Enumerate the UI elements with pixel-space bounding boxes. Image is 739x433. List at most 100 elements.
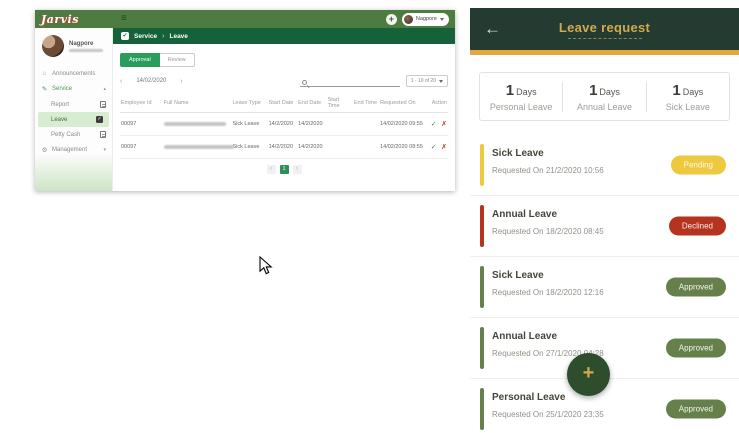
chevron-down-icon	[439, 80, 443, 83]
add-button[interactable]: +	[386, 14, 397, 25]
list-item[interactable]: Sick Leave Requested On 18/2/2020 12:16 …	[470, 257, 739, 318]
next-date-button[interactable]: ›	[180, 78, 182, 85]
search-input[interactable]	[310, 79, 390, 85]
cell-end-date: 14/2/2020	[297, 113, 327, 136]
cell-start-date: 14/2/2020	[268, 136, 298, 159]
sidebar-item-petty-cash[interactable]: Petty Cash	[35, 127, 112, 142]
cell-start-time	[327, 113, 353, 136]
cell-employee-id: 00097	[120, 113, 163, 136]
status-badge[interactable]: Declined	[669, 217, 726, 236]
cell-requested-on: 14/02/2020 08:55	[379, 136, 425, 159]
profile-subtitle-redacted	[69, 49, 103, 52]
status-color-bar	[480, 266, 484, 308]
sidebar-item-service[interactable]: ✎ Service ▴	[35, 81, 112, 97]
status-color-bar	[480, 205, 484, 247]
cell-start-time	[327, 136, 353, 159]
chevron-up-icon: ▴	[103, 86, 106, 92]
summary-unit: Days	[516, 87, 537, 97]
paginator-label: 1 - 10 of 20	[411, 78, 436, 84]
sidebar-item-label: Report	[51, 102, 69, 108]
breadcrumb-section[interactable]: Service	[134, 33, 157, 40]
tabs: Approval Review	[120, 53, 455, 67]
mouse-cursor	[259, 256, 273, 281]
accent-bar	[470, 50, 739, 55]
paginator-select[interactable]: 1 - 10 of 20	[406, 75, 448, 87]
summary-annual-leave: 1Days Annual Leave	[562, 82, 645, 112]
cell-end-time	[353, 136, 379, 159]
col-end-date: End Date	[297, 94, 327, 113]
status-color-bar	[480, 144, 484, 186]
status-badge[interactable]: Approved	[666, 278, 726, 297]
back-arrow-icon[interactable]: ←	[484, 19, 501, 39]
table-row: 00097 Sick Leave 14/2/2020 14/2/2020 14/…	[120, 113, 448, 136]
table-row: 00097 Sick Leave 14/2/2020 14/2/2020 14/…	[120, 136, 448, 159]
tab-approval[interactable]: Approval	[120, 53, 160, 67]
hamburger-menu-icon[interactable]: ≡	[121, 14, 127, 24]
app-topbar: Jarvis ≡ + Nagpore	[35, 10, 455, 28]
add-leave-fab[interactable]: +	[567, 353, 610, 396]
controls-row: ‹ 14/02/2020 › 1 - 10 of 20	[120, 75, 448, 87]
sidebar-item-report[interactable]: Report	[35, 97, 112, 112]
cell-leave-type: Sick Leave	[232, 136, 268, 159]
sidebar: Nagpore ⌂ Announcements ✎ Service ▴ Repo…	[35, 28, 113, 191]
summary-unit: Days	[599, 87, 620, 97]
col-action: Action	[425, 94, 448, 113]
approve-icon[interactable]: ✓	[431, 144, 437, 151]
summary-label: Annual Leave	[563, 102, 645, 112]
document-icon	[100, 131, 106, 138]
chevron-down-icon	[440, 18, 444, 21]
sidebar-item-leave[interactable]: Leave ✓	[38, 112, 109, 127]
status-badge[interactable]: Approved	[666, 339, 726, 358]
reject-icon[interactable]: ✗	[441, 144, 447, 151]
page-current[interactable]: 1	[280, 165, 289, 174]
breadcrumb-page: Leave	[169, 33, 187, 40]
mobile-header: ← Leave request	[470, 8, 739, 50]
sidebar-gradient	[35, 153, 112, 191]
profile-name: Nagpore	[69, 41, 103, 47]
screen: Jarvis ≡ + Nagpore Nagpore	[0, 0, 739, 433]
cell-employee-id: 00097	[120, 136, 163, 159]
status-badge[interactable]: Pending	[671, 156, 726, 175]
cell-requested-on: 14/02/2020 09:55	[379, 113, 425, 136]
profile-avatar	[42, 35, 64, 57]
pencil-icon: ✎	[41, 85, 48, 93]
summary-personal-leave: 1Days Personal Leave	[480, 82, 562, 112]
profile-block: Nagpore	[35, 28, 112, 66]
page-next-button[interactable]: ›	[293, 165, 302, 174]
status-color-bar	[480, 388, 484, 430]
reject-icon[interactable]: ✗	[441, 121, 447, 128]
date-navigator: ‹ 14/02/2020 ›	[120, 78, 183, 85]
sidebar-item-label: Petty Cash	[51, 132, 80, 138]
status-badge[interactable]: Approved	[666, 400, 726, 419]
col-employee-id: Employee Id	[120, 94, 163, 113]
list-item[interactable]: Annual Leave Requested On 18/2/2020 08:4…	[470, 196, 739, 257]
col-end-time: End Time	[353, 94, 379, 113]
current-date[interactable]: 14/02/2020	[136, 78, 166, 84]
cell-leave-type: Sick Leave	[232, 113, 268, 136]
cell-start-date: 14/2/2020	[268, 113, 298, 136]
home-icon: ⌂	[41, 70, 48, 77]
mobile-app: ← Leave request 1Days Personal Leave 1Da…	[470, 8, 739, 433]
approve-icon[interactable]: ✓	[431, 121, 437, 128]
prev-date-button[interactable]: ‹	[120, 78, 122, 85]
table-header-row: Employee Id Full Name Leave Type Start D…	[120, 94, 448, 113]
sidebar-item-announcements[interactable]: ⌂ Announcements	[35, 66, 112, 81]
tab-review[interactable]: Review	[160, 53, 195, 67]
desktop-app-window: Jarvis ≡ + Nagpore Nagpore	[35, 10, 455, 191]
title-underline	[568, 38, 642, 39]
checkbox-icon: ✓	[96, 116, 103, 123]
col-start-date: Start Date	[268, 94, 298, 113]
summary-count: 1	[672, 82, 680, 99]
user-menu-button[interactable]: Nagpore	[402, 13, 449, 26]
page-prev-button[interactable]: ‹	[267, 165, 276, 174]
list-item[interactable]: Sick Leave Requested On 21/2/2020 10:56 …	[470, 135, 739, 196]
checkbox-icon: ✓	[121, 32, 129, 40]
search-box[interactable]	[300, 76, 400, 87]
cell-full-name-redacted	[163, 136, 232, 159]
col-full-name: Full Name	[163, 94, 232, 113]
cell-end-date: 14/2/2020	[297, 136, 327, 159]
app-logo: Jarvis	[41, 13, 79, 26]
sidebar-item-label: Leave	[51, 117, 67, 123]
breadcrumb: ✓ Service › Leave	[113, 28, 455, 44]
col-start-time: Start Time	[327, 94, 353, 113]
